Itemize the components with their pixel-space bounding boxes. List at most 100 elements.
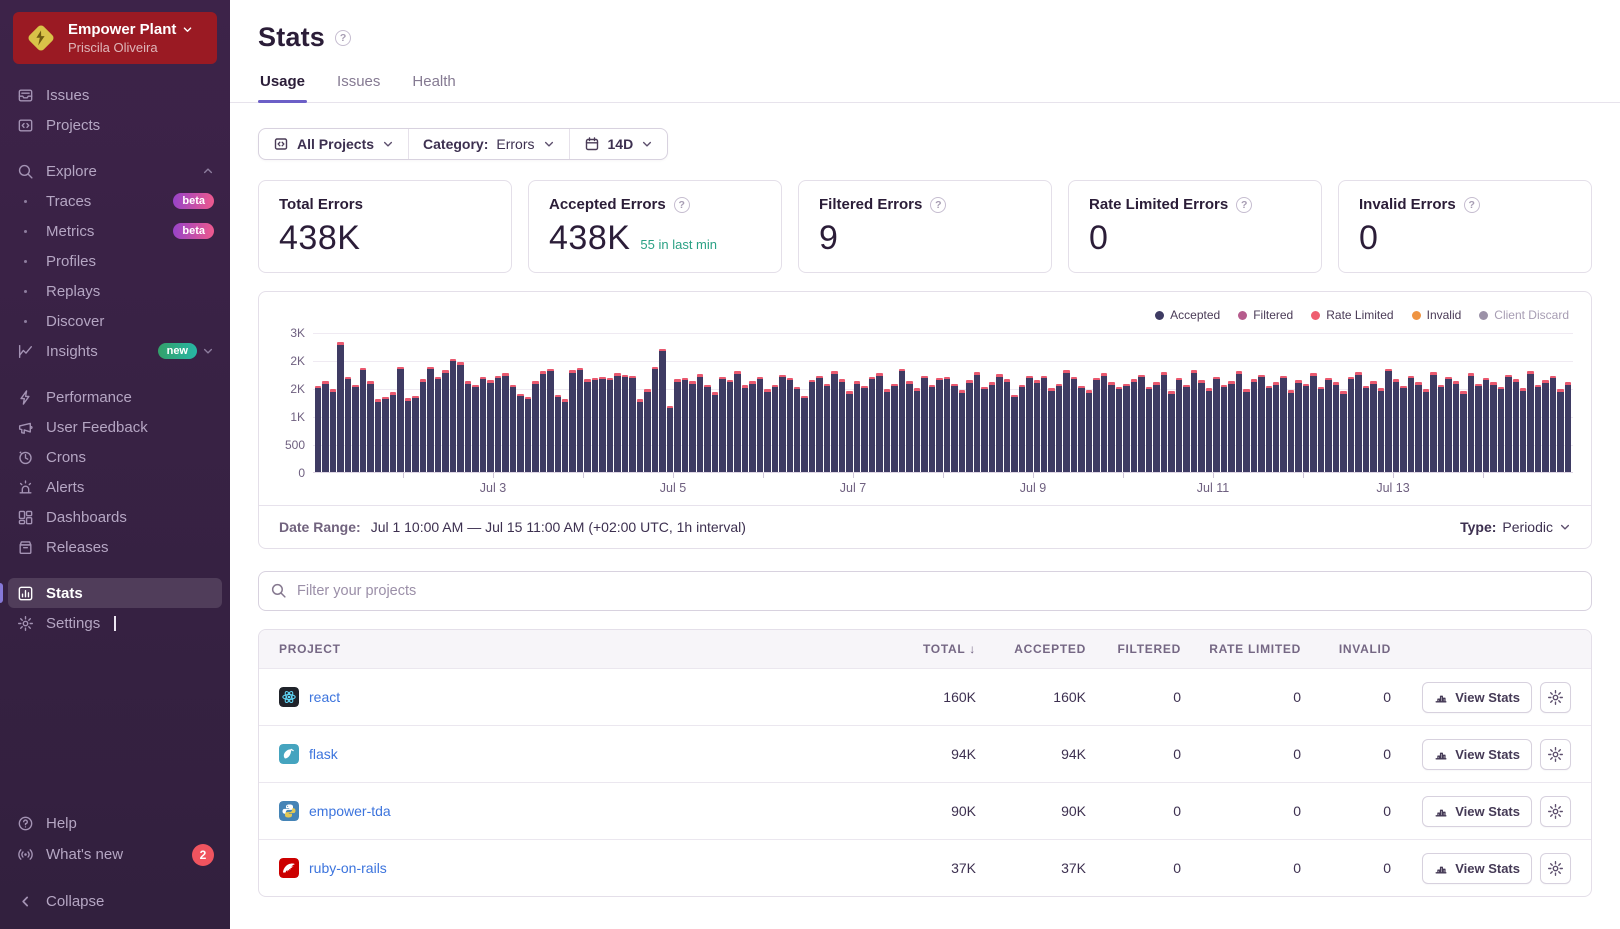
sidebar-item-profiles[interactable]: Profiles: [8, 246, 222, 276]
sidebar-item-help[interactable]: Help: [8, 808, 222, 839]
chart-bar: [989, 382, 995, 472]
sidebar-item-projects[interactable]: Projects: [8, 110, 222, 140]
chart-bar: [442, 370, 448, 472]
tab-health[interactable]: Health: [410, 69, 457, 102]
clock-icon: [16, 448, 34, 466]
sidebar-item-stats[interactable]: Stats: [8, 578, 222, 608]
chart-bar: [772, 385, 778, 472]
view-stats-button[interactable]: View Stats: [1422, 682, 1532, 713]
cell-rate-limited: 0: [1181, 746, 1301, 762]
x-axis-tick: [763, 473, 764, 478]
cell-total: 94K: [871, 746, 976, 762]
column-header-total[interactable]: TOTAL ↓: [871, 642, 976, 656]
project-link[interactable]: react: [309, 689, 340, 705]
chart-bar: [547, 369, 553, 472]
chart-bar: [390, 392, 396, 472]
sidebar-item-issues[interactable]: Issues: [8, 80, 222, 110]
releases-icon: [16, 538, 34, 556]
help-icon[interactable]: ?: [1464, 197, 1480, 213]
chart-bar: [1153, 382, 1159, 472]
sidebar-item-insights[interactable]: Insightsnew: [8, 336, 222, 366]
legend-item-invalid[interactable]: Invalid: [1412, 308, 1462, 322]
project-link[interactable]: flask: [309, 746, 338, 762]
view-stats-button[interactable]: View Stats: [1422, 853, 1532, 884]
stats-icon: [16, 584, 34, 602]
chart-bar: [1026, 376, 1032, 472]
x-axis-label: Jul 13: [1376, 481, 1409, 495]
score-card-total-errors: Total Errors438K: [258, 180, 512, 273]
chart-bar: [457, 362, 463, 472]
chart-bar: [1108, 382, 1114, 472]
project-link[interactable]: ruby-on-rails: [309, 860, 387, 876]
column-header-rate-limited[interactable]: RATE LIMITED: [1181, 642, 1301, 656]
sidebar-item-releases[interactable]: Releases: [8, 532, 222, 562]
date-range-dropdown[interactable]: 14D: [569, 129, 668, 159]
chart-bar: [1251, 379, 1257, 472]
chart-bar: [1505, 375, 1511, 472]
view-stats-button[interactable]: View Stats: [1422, 796, 1532, 827]
tab-issues[interactable]: Issues: [335, 69, 382, 102]
column-header-project[interactable]: PROJECT: [279, 642, 871, 656]
platform-icon-flask: [279, 744, 299, 764]
help-icon[interactable]: ?: [674, 197, 690, 213]
column-header-filtered[interactable]: FILTERED: [1086, 642, 1181, 656]
legend-item-filtered[interactable]: Filtered: [1238, 308, 1293, 322]
view-stats-button[interactable]: View Stats: [1422, 739, 1532, 770]
project-settings-button[interactable]: [1540, 682, 1571, 713]
sidebar-item-alerts[interactable]: Alerts: [8, 472, 222, 502]
chart-bar: [1565, 382, 1571, 472]
tab-bar: Usage Issues Health: [230, 69, 1620, 103]
sidebar-item-metrics[interactable]: Metricsbeta: [8, 216, 222, 246]
chart-bar: [1116, 387, 1122, 472]
project-filter-dropdown[interactable]: All Projects: [259, 129, 408, 159]
chevron-left-icon: [16, 893, 34, 911]
sidebar-item-performance[interactable]: Performance: [8, 382, 222, 412]
chevron-down-icon: [202, 345, 214, 357]
chart-bar: [951, 384, 957, 472]
sidebar-item-dashboards[interactable]: Dashboards: [8, 502, 222, 532]
chart-bar: [899, 369, 905, 472]
chart-bar: [869, 377, 875, 472]
sidebar-item-what-s-new[interactable]: What's new2: [8, 839, 222, 870]
sidebar-item-discover[interactable]: Discover: [8, 306, 222, 336]
legend-dot: [1311, 311, 1320, 320]
sidebar-item-replays[interactable]: Replays: [8, 276, 222, 306]
chart-bar: [689, 381, 695, 472]
search-input[interactable]: [258, 571, 1592, 611]
chart-bar: [1557, 389, 1563, 472]
chart-bar: [427, 367, 433, 472]
legend-item-client-discard[interactable]: Client Discard: [1479, 308, 1569, 322]
org-switcher[interactable]: Empower Plant Priscila Oliveira: [13, 12, 217, 64]
sidebar-item-user-feedback[interactable]: User Feedback: [8, 412, 222, 442]
sidebar-item-explore[interactable]: Explore: [8, 156, 222, 186]
column-header-accepted[interactable]: ACCEPTED: [976, 642, 1086, 656]
chart-bar: [502, 373, 508, 472]
help-icon[interactable]: ?: [1236, 197, 1252, 213]
sidebar-item-traces[interactable]: Tracesbeta: [8, 186, 222, 216]
x-axis-tick: [403, 473, 404, 478]
sidebar-item-settings[interactable]: Settings: [8, 608, 222, 638]
project-link[interactable]: empower-tda: [309, 803, 391, 819]
sidebar-item-crons[interactable]: Crons: [8, 442, 222, 472]
category-filter-dropdown[interactable]: Category: Errors: [408, 129, 568, 159]
legend-dot: [1238, 311, 1247, 320]
project-settings-button[interactable]: [1540, 796, 1571, 827]
help-icon[interactable]: ?: [930, 197, 946, 213]
legend-item-accepted[interactable]: Accepted: [1155, 308, 1220, 322]
date-range-value: 14D: [608, 136, 634, 152]
page-help-icon[interactable]: ?: [335, 30, 351, 46]
chart-bar: [1266, 386, 1272, 472]
type-dropdown[interactable]: Type: Periodic: [1460, 519, 1571, 535]
chart-bar: [562, 399, 568, 472]
cell-invalid: 0: [1301, 803, 1391, 819]
y-axis-label: 2K: [290, 382, 305, 396]
tab-usage[interactable]: Usage: [258, 69, 307, 102]
project-settings-button[interactable]: [1540, 853, 1571, 884]
chart-legend: Accepted Filtered Rate Limited Invalid Clien…: [271, 306, 1573, 324]
sidebar-item-collapse[interactable]: Collapse: [8, 886, 222, 917]
column-header-invalid[interactable]: INVALID: [1301, 642, 1391, 656]
chart-bar: [1415, 382, 1421, 472]
project-settings-button[interactable]: [1540, 739, 1571, 770]
chart-bar: [667, 406, 673, 472]
legend-item-rate-limited[interactable]: Rate Limited: [1311, 308, 1393, 322]
